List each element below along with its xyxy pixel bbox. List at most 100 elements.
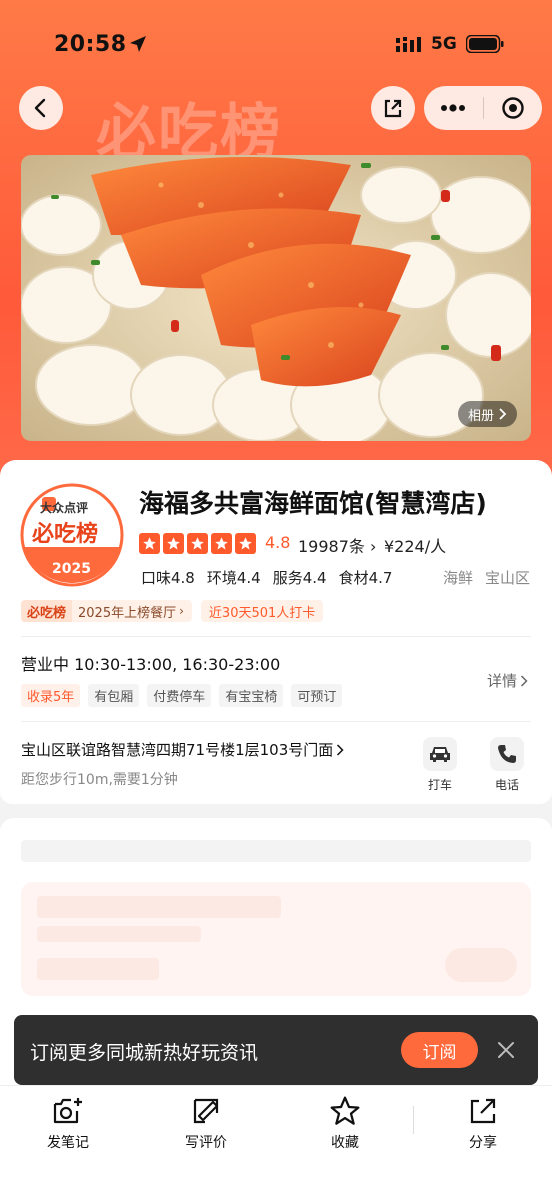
favorite-label: 收藏 (331, 1135, 359, 1151)
close-icon[interactable] (495, 1039, 517, 1061)
chevron-right-icon (520, 674, 528, 687)
more-button[interactable] (424, 86, 483, 130)
badge-title: 必吃榜 (32, 522, 99, 547)
write-review-label: 写评价 (185, 1135, 227, 1151)
network-type: 5G (431, 34, 457, 54)
bar-divider (413, 1106, 414, 1134)
signal-icon (396, 37, 421, 52)
location-arrow-icon (130, 36, 146, 52)
address-link[interactable]: 宝山区联谊路智慧湾四期71号楼1层103号门面 (21, 739, 344, 760)
feature-tag: 付费停车 (147, 684, 212, 707)
star-icon (163, 533, 184, 554)
divider (21, 721, 531, 722)
share-label: 分享 (469, 1135, 497, 1151)
car-icon-wrap (423, 737, 457, 771)
taxi-button[interactable]: 打车 (420, 737, 460, 793)
phone-button[interactable]: 电话 (487, 737, 527, 793)
status-time: 20:58 (54, 32, 127, 57)
target-circle-icon (502, 97, 524, 119)
environment-score: 环境4.4 (206, 569, 261, 587)
rank-logo: 必吃榜 (21, 600, 73, 622)
status-bar: 20:58 5G (0, 0, 552, 88)
battery-icon (466, 35, 504, 53)
feature-tag: 可预订 (291, 684, 343, 707)
share-icon-wrap (466, 1094, 500, 1128)
feature-tags: 收录5年 有包厢 付费停车 有宝宝椅 可预订 (21, 684, 343, 707)
feature-tag: 有宝宝椅 (219, 684, 284, 707)
divider (21, 636, 531, 637)
skeleton-line (21, 840, 531, 862)
taste-score: 口味4.8 (141, 569, 195, 587)
mini-program-capsule (424, 86, 542, 130)
sub-scores: 口味4.8 环境4.4 服务4.4 食材4.7 (141, 567, 392, 588)
skeleton-button (445, 948, 517, 982)
chevron-right-icon (499, 408, 507, 420)
avg-price: ¥224/人 (384, 537, 447, 556)
shop-info-card: 大众点评 必吃榜 2025 海福多共富海鲜面馆(智慧湾店) 4.8 19987条… (0, 460, 552, 804)
more-dots-icon (441, 104, 466, 112)
star-icon (187, 533, 208, 554)
seafood-dish-image (21, 155, 531, 441)
ingredient-score: 食材4.7 (338, 569, 393, 587)
subscribe-toast: 订阅更多同城新热好玩资讯 订阅 (14, 1015, 538, 1085)
edit-icon-wrap (189, 1094, 223, 1128)
chevron-right-icon: › (179, 604, 184, 618)
skeleton-line (37, 958, 159, 980)
address-text: 宝山区联谊路智慧湾四期71号楼1层103号门面 (21, 741, 334, 759)
district-tag[interactable]: 宝山区 (485, 567, 530, 588)
rating-score: 4.8 (265, 533, 291, 552)
share-icon (384, 99, 402, 118)
star-icon (235, 533, 256, 554)
star-rating (139, 533, 256, 554)
phone-icon-wrap (490, 737, 524, 771)
share-icon (470, 1098, 496, 1124)
back-button[interactable] (19, 86, 63, 130)
shop-photo[interactable]: 相册 (21, 155, 531, 441)
review-count: 19987条 (298, 537, 365, 556)
feature-tag: 收录5年 (21, 684, 81, 707)
service-score: 服务4.4 (272, 569, 327, 587)
rank-badge[interactable]: 必吃榜 2025年上榜餐厅 › (21, 600, 192, 622)
chevron-left-icon (34, 98, 46, 118)
edit-icon (193, 1098, 219, 1124)
feature-tag: 有包厢 (88, 684, 140, 707)
write-review-button[interactable]: 写评价 (166, 1094, 246, 1152)
subscribe-button[interactable]: 订阅 (401, 1032, 478, 1068)
toast-text: 订阅更多同城新热好玩资讯 (30, 1042, 259, 1064)
badge-year: 2025 (52, 561, 91, 577)
album-label: 相册 (467, 408, 494, 424)
star-icon (211, 533, 232, 554)
shop-name: 海福多共富海鲜面馆(智慧湾店) (139, 489, 487, 518)
skeleton-line (37, 896, 281, 918)
close-mini-program-button[interactable] (483, 86, 542, 130)
camera-plus-icon-wrap (51, 1094, 85, 1128)
favorite-button[interactable]: 收藏 (305, 1094, 385, 1152)
camera-plus-icon (53, 1098, 82, 1124)
car-icon (430, 747, 450, 762)
category-tag[interactable]: 海鲜 (443, 567, 473, 588)
share-top-button[interactable] (371, 86, 415, 130)
hours-detail-link[interactable]: 详情 (487, 670, 528, 691)
detail-label: 详情 (486, 672, 517, 690)
walking-distance: 距您步行10m,需要1分钟 (21, 772, 178, 788)
album-button[interactable]: 相册 (457, 401, 517, 427)
badge-brand: 大众点评 (40, 501, 89, 515)
star-outline-icon-wrap (328, 1094, 362, 1128)
share-button[interactable]: 分享 (443, 1094, 523, 1152)
rank-row: 必吃榜 2025年上榜餐厅 › 近30天501人打卡 (21, 600, 324, 622)
review-count-link[interactable]: 19987条 › (298, 533, 376, 557)
star-outline-icon (330, 1096, 360, 1125)
phone-label: 电话 (494, 778, 519, 792)
rank-text: 2025年上榜餐厅 (78, 605, 177, 621)
skeleton-line (37, 926, 201, 942)
post-note-button[interactable]: 发笔记 (28, 1094, 108, 1152)
phone-icon (498, 745, 516, 763)
shop-tags: 海鲜 宝山区 (443, 567, 530, 588)
bottom-action-bar: 发笔记 写评价 收藏 分享 (0, 1085, 552, 1200)
business-hours: 营业中 10:30-13:00, 16:30-23:00 (21, 655, 281, 674)
post-note-label: 发笔记 (47, 1135, 89, 1151)
top-nav (0, 80, 552, 140)
checkin-badge: 近30天501人打卡 (200, 600, 324, 622)
skeleton-panel (21, 882, 531, 996)
taxi-label: 打车 (427, 778, 452, 792)
